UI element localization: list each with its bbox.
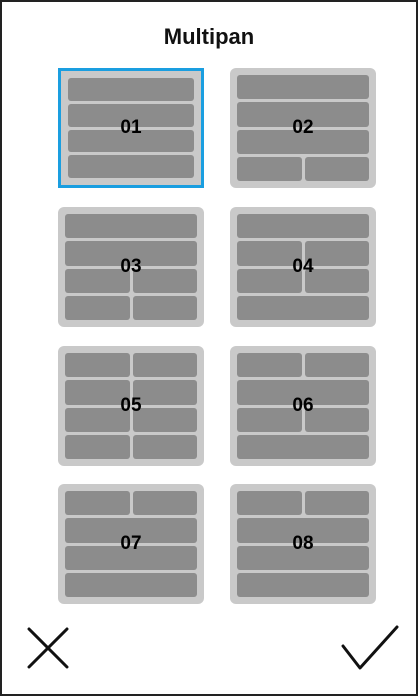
layout-pane [65, 545, 197, 570]
layout-pane [304, 491, 369, 516]
layout-pane [304, 407, 369, 432]
layout-pane [237, 353, 302, 378]
layout-pane [237, 407, 302, 432]
dialog-title: Multipan [163, 24, 255, 49]
layout-pane [237, 268, 302, 293]
layout-pane [237, 75, 369, 100]
checkmark-icon [341, 625, 399, 670]
layout-pane [132, 268, 197, 293]
layout-tile-05[interactable]: 05 [58, 346, 204, 466]
layout-pane [65, 491, 130, 516]
layout-tile-04[interactable]: 04 [230, 207, 376, 327]
layout-pane [304, 241, 369, 266]
layout-pane [65, 572, 197, 597]
layout-pane [237, 572, 369, 597]
layout-pane [68, 129, 194, 153]
layout-pane [132, 434, 197, 459]
layout-tile-08[interactable]: 08 [230, 484, 376, 604]
layout-pane [237, 102, 369, 127]
layout-pane [65, 434, 130, 459]
layout-pane [132, 491, 197, 516]
layout-pane [304, 268, 369, 293]
layout-pane [65, 295, 130, 320]
layout-pane [68, 78, 194, 101]
layout-tile-02[interactable]: 02 [230, 68, 376, 188]
layout-pane [237, 214, 369, 239]
layout-pane [237, 380, 369, 405]
layout-pane [304, 156, 369, 181]
layout-pane [65, 214, 197, 239]
layout-tile-06[interactable]: 06 [230, 346, 376, 466]
close-icon [27, 627, 69, 669]
layout-pane [65, 353, 130, 378]
layout-tile-03[interactable]: 03 [58, 207, 204, 327]
layout-pane [237, 518, 369, 543]
layout-pane [132, 380, 197, 405]
layout-pane [132, 295, 197, 320]
layout-pane [237, 491, 302, 516]
layout-pane [65, 268, 130, 293]
layout-pane [304, 353, 369, 378]
layout-pane [237, 295, 369, 320]
layout-pane [132, 353, 197, 378]
layout-pane [68, 103, 194, 127]
layout-tile-01[interactable]: 01 [58, 68, 204, 188]
confirm-button[interactable] [340, 624, 400, 672]
layout-pane [237, 434, 369, 459]
multipan-dialog: Multipan 01 02 03 04 05 06 07 08 [0, 0, 418, 696]
layout-pane [68, 155, 194, 178]
layout-pane [237, 129, 369, 154]
layout-tile-07[interactable]: 07 [58, 484, 204, 604]
layout-pane [65, 518, 197, 543]
layout-pane [65, 407, 130, 432]
layout-pane [65, 380, 130, 405]
cancel-button[interactable] [26, 626, 70, 670]
layout-pane [65, 241, 197, 266]
layout-pane [237, 241, 302, 266]
layout-pane [237, 545, 369, 570]
layout-pane [237, 156, 302, 181]
layout-pane [132, 407, 197, 432]
